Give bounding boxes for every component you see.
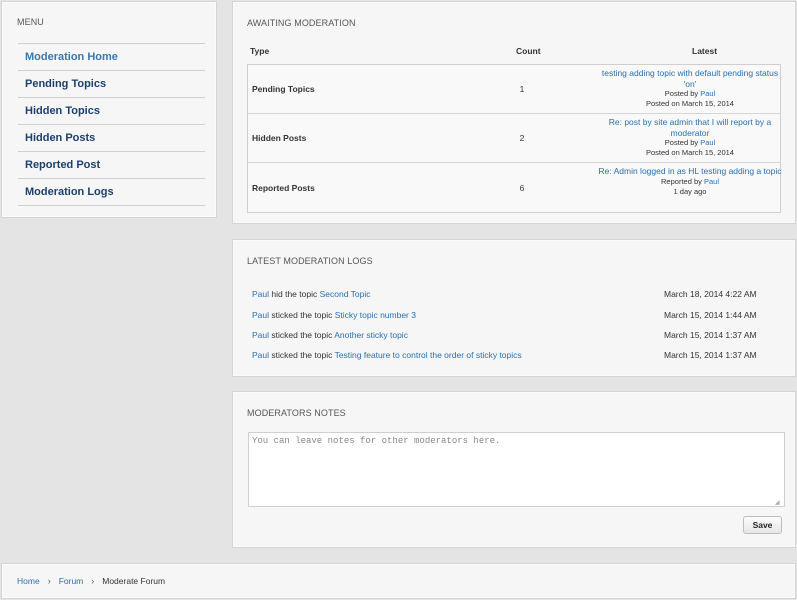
list-item: Paul hid the topic Second Topic March 18… [252,289,782,303]
save-button[interactable]: Save [743,516,782,534]
breadcrumb: Home › Forum › Moderate Forum [17,576,165,586]
menu-list: Moderation Home Pending Topics Hidden To… [18,43,205,206]
log-user-link[interactable]: Paul [252,330,269,340]
log-user-link[interactable]: Paul [252,289,269,299]
menu-item-moderation-home[interactable]: Moderation Home [18,44,205,71]
log-date: March 15, 2014 1:37 AM [664,350,757,360]
log-date: March 15, 2014 1:37 AM [664,330,757,340]
latest-date: 1 day ago [673,186,707,196]
menu-item-hidden-topics[interactable]: Hidden Topics [18,98,205,125]
resize-grip-icon[interactable]: ◢ [775,500,781,506]
row-latest: Re: Admin logged in as HL testing adding… [598,166,782,197]
row-count: 1 [519,84,525,94]
row-count: 6 [519,182,525,193]
notes-textarea[interactable] [248,432,785,507]
row-type: Hidden Posts [252,133,307,143]
breadcrumb-forum[interactable]: Forum [59,576,84,586]
row-type: Reported Posts [252,182,315,193]
user-link[interactable]: Paul [700,89,715,98]
table-row: Hidden Posts 2 Re: post by site admin th… [248,114,780,163]
menu-item-hidden-posts[interactable]: Hidden Posts [18,125,205,152]
log-topic-link[interactable]: Another sticky topic [334,330,408,340]
log-user-link[interactable]: Paul [252,310,269,320]
latest-topic-link[interactable]: Re: post by site admin that I will repor… [598,117,782,138]
posted-by-prefix: Reported by [661,176,702,186]
posted-by-prefix: Posted by [664,138,699,147]
breadcrumb-separator-icon: › [47,576,51,586]
menu-item-label[interactable]: Hidden Topics [25,105,100,117]
breadcrumb-separator-icon: › [91,576,95,586]
awaiting-table-header: Type Count Latest [247,46,781,62]
menu-item-label[interactable]: Moderation Logs [25,186,114,198]
user-link[interactable]: Paul [700,138,715,147]
list-item: Paul sticked the topic Another sticky to… [252,330,782,344]
row-type: Pending Topics [252,84,315,94]
row-latest: testing adding topic with default pendin… [598,68,782,109]
menu-panel: MENU Moderation Home Pending Topics Hidd… [1,1,217,218]
log-action: sticked the topic [271,330,333,340]
moderators-notes-panel: MODERATORS NOTES ◢ Save [232,391,796,548]
menu-item-label[interactable]: Moderation Home [25,51,118,63]
awaiting-title: AWAITING MODERATION [247,18,356,28]
column-header-latest: Latest [692,46,718,56]
menu-item-label[interactable]: Reported Post [25,159,100,171]
log-topic-link[interactable]: Testing feature to control the order of … [335,350,522,360]
list-item: Paul sticked the topic Testing feature t… [252,350,782,364]
logs-title: LATEST MODERATION LOGS [247,256,373,266]
breadcrumb-home[interactable]: Home [17,576,40,586]
log-action: hid the topic [271,289,318,299]
log-date: March 15, 2014 1:44 AM [664,310,757,320]
log-topic-link[interactable]: Second Topic [320,289,371,299]
menu-item-label[interactable]: Pending Topics [25,78,106,90]
menu-item-reported-post[interactable]: Reported Post [18,152,205,179]
latest-meta: Posted by Paul [598,138,782,148]
log-topic-link[interactable]: Sticky topic number 3 [335,310,416,320]
posted-by-prefix: Posted by [664,89,699,98]
notes-title: MODERATORS NOTES [247,408,346,418]
latest-date: Posted on March 15, 2014 [646,148,734,157]
log-user-link[interactable]: Paul [252,350,269,360]
latest-date: Posted on March 15, 2014 [646,99,734,108]
log-date: March 18, 2014 4:22 AM [664,289,757,299]
row-latest: Re: post by site admin that I will repor… [598,117,782,158]
latest-meta: Reported by Paul [598,177,782,187]
menu-item-pending-topics[interactable]: Pending Topics [18,71,205,98]
column-header-type: Type [250,46,270,56]
log-action: sticked the topic [271,350,333,360]
latest-topic-link[interactable]: testing adding topic with default pendin… [598,68,782,89]
moderation-logs-panel: LATEST MODERATION LOGS Paul hid the topi… [232,239,796,377]
row-count: 2 [519,133,525,143]
latest-topic-link[interactable]: Re: Admin logged in as HL testing adding… [598,166,782,177]
menu-title: MENU [17,17,44,27]
menu-item-moderation-logs[interactable]: Moderation Logs [18,179,205,206]
table-row: Reported Posts 6 Re: Admin logged in as … [248,163,782,212]
table-row: Pending Topics 1 testing adding topic wi… [248,65,780,114]
latest-meta: Posted by Paul [598,89,782,99]
awaiting-moderation-panel: AWAITING MODERATION Type Count Latest Pe… [232,1,796,224]
log-action: sticked the topic [271,310,333,320]
breadcrumb-current: Moderate Forum [102,576,166,586]
menu-item-label[interactable]: Hidden Posts [25,132,95,144]
awaiting-table: Pending Topics 1 testing adding topic wi… [247,64,782,213]
user-link[interactable]: Paul [704,177,719,186]
list-item: Paul sticked the topic Sticky topic numb… [252,310,782,324]
breadcrumb-bar: Home › Forum › Moderate Forum [1,563,796,599]
column-header-count: Count [516,46,541,56]
